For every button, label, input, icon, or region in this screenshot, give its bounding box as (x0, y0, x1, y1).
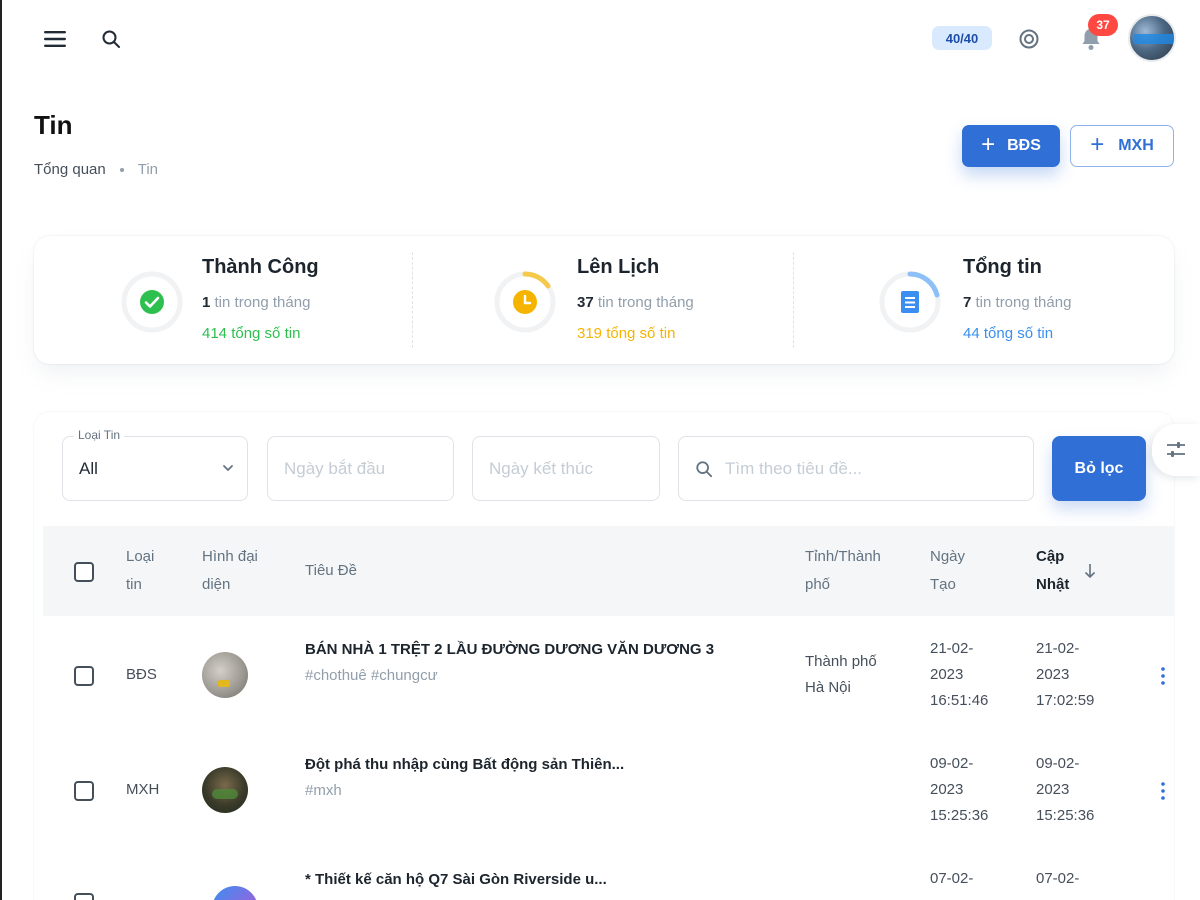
row-title[interactable]: BÁN NHÀ 1 TRỆT 2 LẦU ĐƯỜNG DƯƠNG VĂN DƯƠ… (305, 641, 714, 658)
stat-total: 44 tổng số tin (963, 325, 1054, 342)
user-avatar[interactable] (1128, 14, 1176, 62)
search-input[interactable]: Tìm theo tiêu đề... (678, 436, 1034, 501)
row-type: BĐS (126, 666, 157, 683)
col-type[interactable]: Loại tin (126, 543, 154, 599)
breadcrumb-overview-link[interactable]: Tổng quan (34, 161, 106, 178)
search-placeholder: Tìm theo tiêu đề... (725, 458, 863, 478)
add-bds-button[interactable]: + BĐS (962, 125, 1060, 167)
search-icon (696, 460, 713, 477)
quota-badge: 40/40 (932, 26, 992, 50)
col-created[interactable]: Ngày Tạo (930, 543, 965, 599)
page-title: Tin (34, 110, 73, 140)
add-bds-label: BĐS (1007, 137, 1041, 154)
post-type-select[interactable]: All (62, 436, 248, 501)
top-bar: 40/40 37 (2, 0, 1200, 76)
stat-success: Thành Công 1 tin trong tháng 414 tổng số… (34, 236, 412, 364)
row-city: Thành phố Hà Nội (805, 653, 877, 696)
col-updated[interactable]: Cập Nhật (1036, 543, 1069, 599)
end-date-input[interactable]: Ngày kết thúc (472, 436, 660, 501)
post-type-label: Loại Tin (74, 428, 125, 442)
row-title[interactable]: * Thiết kế căn hộ Q7 Sài Gòn Riverside u… (305, 871, 607, 888)
notification-count-badge: 37 (1088, 14, 1118, 36)
row-type: MXH (126, 781, 160, 798)
gear-icon[interactable] (1014, 24, 1044, 54)
breadcrumb: Tổng quan Tin (34, 161, 158, 178)
search-icon[interactable] (96, 24, 126, 54)
row-tags: #chothuê #chungcư (305, 667, 438, 684)
stat-total: 414 tổng số tin (202, 325, 301, 342)
plus-icon: + (1090, 131, 1105, 158)
row-avatar (202, 652, 248, 698)
chevron-down-icon (223, 465, 233, 472)
select-all-checkbox[interactable] (74, 562, 94, 582)
row-created: 07-02- (930, 870, 974, 887)
stat-title: Thành Công (202, 256, 319, 278)
stat-total-posts: Tổng tin 7 tin trong tháng 44 tổng số ti… (794, 236, 1174, 364)
more-vertical-icon[interactable] (1153, 662, 1173, 690)
stat-total: 319 tổng số tin (577, 325, 676, 342)
row-checkbox[interactable] (74, 666, 94, 686)
more-vertical-icon[interactable] (1153, 777, 1173, 805)
progress-ring (121, 271, 183, 333)
row-tags: #mxh (305, 782, 342, 799)
filter-settings-icon[interactable] (1152, 424, 1200, 476)
row-checkbox[interactable] (74, 781, 94, 801)
col-avatar: Hình đại diện (202, 548, 258, 593)
row-updated: 07-02- (1036, 870, 1080, 887)
post-type-value: All (79, 458, 98, 478)
stat-scheduled: Lên Lịch 37 tin trong tháng 319 tổng số … (413, 236, 793, 364)
add-mxh-button[interactable]: + MXH (1070, 125, 1174, 167)
row-created: 21-02- 2023 16:51:46 (930, 640, 989, 709)
stat-month-text: 37 tin trong tháng (577, 294, 694, 311)
plus-icon: + (981, 131, 996, 158)
stat-title: Tổng tin (963, 256, 1042, 278)
progress-ring (879, 271, 941, 333)
col-city[interactable]: Tỉnh/Thành phố (805, 543, 881, 599)
sort-down-icon[interactable] (1083, 562, 1097, 580)
row-title[interactable]: Đột phá thu nhập cùng Bất động sản Thiên… (305, 756, 624, 773)
row-created: 09-02- 2023 15:25:36 (930, 755, 989, 824)
row-avatar (202, 767, 248, 813)
row-updated: 09-02- 2023 15:25:36 (1036, 755, 1095, 824)
row-checkbox[interactable] (74, 893, 94, 900)
start-date-input[interactable]: Ngày bắt đầu (267, 436, 454, 501)
stat-title: Lên Lịch (577, 256, 660, 278)
breadcrumb-separator (119, 167, 124, 172)
clear-filter-button[interactable]: Bỏ lọc (1052, 436, 1146, 501)
stats-card: Thành Công 1 tin trong tháng 414 tổng số… (34, 236, 1174, 364)
add-mxh-label: MXH (1118, 137, 1154, 154)
row-updated: 21-02- 2023 17:02:59 (1036, 640, 1095, 709)
menu-icon[interactable] (40, 24, 70, 54)
breadcrumb-current: Tin (137, 161, 159, 178)
stat-month-text: 7 tin trong tháng (963, 294, 1072, 311)
progress-ring (494, 271, 556, 333)
col-title[interactable]: Tiêu Đề (305, 557, 357, 585)
stat-month-text: 1 tin trong tháng (202, 294, 311, 311)
